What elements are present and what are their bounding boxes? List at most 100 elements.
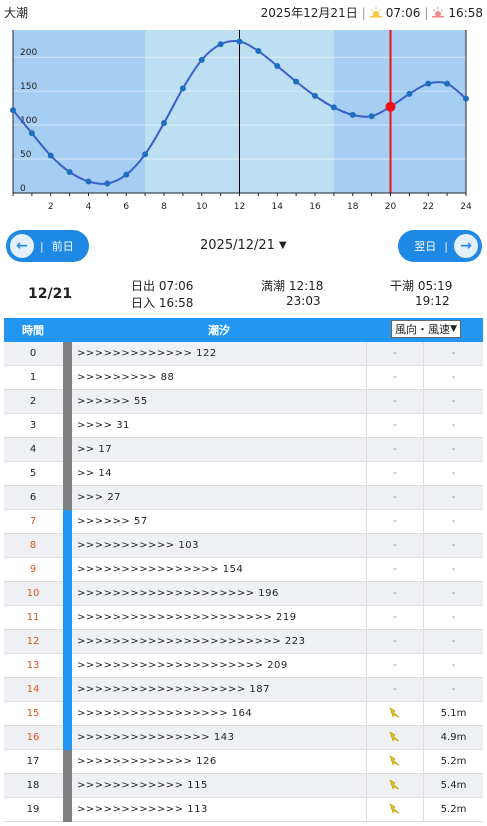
summary-high-tide-2: 23:03 — [286, 294, 321, 308]
row-tide: >>>>>>>>>>>>>>>>>>> 187 — [77, 684, 270, 695]
x-tick-label: 12 — [234, 202, 245, 212]
daylight-bar — [63, 558, 72, 582]
row-tide: >>>>>>>>>>>>> 122 — [77, 348, 217, 359]
x-tick-label: 10 — [196, 202, 208, 212]
tide-point — [330, 104, 337, 111]
row-wind-direction: - — [366, 558, 424, 582]
tide-point — [104, 180, 111, 187]
row-tide: >>>>>>>>>>>>>>> 143 — [77, 732, 235, 743]
summary-sunset: 日入 16:58 — [131, 296, 194, 310]
tide-point — [444, 80, 451, 87]
table-row: 3 >>>> 31 - - — [4, 414, 483, 438]
row-wind-speed: - — [451, 372, 456, 383]
date-select[interactable]: 2025/12/21 ▼ — [200, 238, 287, 253]
table-row: 18 >>>>>>>>>>>> 115 5.4m — [4, 774, 483, 798]
next-day-button[interactable]: 翌日 | → — [398, 230, 482, 262]
current-tide-point — [385, 101, 396, 112]
daylight-bar — [63, 606, 72, 630]
tide-point — [293, 78, 300, 85]
wind-select[interactable]: 風向・風速 ▼ — [391, 320, 461, 338]
table-row: 17 >>>>>>>>>>>>> 126 5.2m — [4, 750, 483, 774]
divider: | — [361, 5, 366, 20]
row-wind-speed: 5.1m — [440, 708, 467, 719]
row-hour: 7 — [29, 516, 37, 527]
column-header-hour: 時間 — [22, 324, 44, 337]
table-row: 9 >>>>>>>>>>>>>>>> 154 - - — [4, 558, 483, 582]
night-bar — [63, 750, 72, 774]
night-bar — [63, 366, 72, 390]
night-bar — [63, 774, 72, 798]
row-tide: >>>>>>>>>>>>>>>>>>>>>> 219 — [77, 612, 297, 623]
divider: | — [444, 239, 448, 253]
wind-arrow-icon — [389, 779, 400, 790]
hourly-tide-table: 時間 潮汐 風向・風速 ▼ 0 >>>>>>>>>>>>> 122- -1 >>>>>… — [4, 318, 483, 822]
row-wind-direction: - — [366, 510, 424, 534]
row-wind-direction: - — [366, 438, 424, 462]
header-sunset: 16:58 — [448, 5, 483, 20]
table-row: 1 >>>>>>>>> 88 - - — [4, 366, 483, 390]
wind-select-value: 風向・風速 — [395, 323, 450, 336]
row-hour: 11 — [26, 612, 40, 623]
tide-point — [463, 95, 469, 102]
row-hour: 0 — [29, 348, 37, 359]
row-tide: >>>>>> 57 — [77, 516, 148, 527]
summary-high-tide-1: 満潮 12:18 — [261, 279, 324, 293]
sunrise-icon — [369, 6, 382, 17]
row-hour: 8 — [29, 540, 37, 551]
tide-point — [274, 62, 281, 69]
row-tide: >>>>>>>>> 88 — [77, 372, 175, 383]
row-hour: 12 — [26, 636, 40, 647]
table-row: 2 >>>>>> 55 - - — [4, 390, 483, 414]
row-hour: 19 — [26, 804, 40, 815]
row-wind-direction: - — [366, 366, 424, 390]
header-date: 2025年12月21日 — [260, 6, 358, 20]
row-wind-direction: - — [366, 462, 424, 486]
daylight-bar — [63, 534, 72, 558]
header: 大潮 2025年12月21日 | 07:06 | 16:58 — [0, 0, 487, 26]
row-wind-direction: - — [366, 414, 424, 438]
sunset-icon — [432, 6, 445, 17]
row-hour: 1 — [29, 372, 37, 383]
row-wind-speed: - — [451, 540, 456, 551]
tide-point — [198, 56, 205, 63]
x-tick-label: 8 — [161, 202, 167, 212]
summary-low-tide-1: 干潮 05:19 — [390, 279, 453, 293]
row-tide: >>>>>> 55 — [77, 396, 148, 407]
table-body: 0 >>>>>>>>>>>>> 122- -1 >>>>>>>>> 88- -2 >>>>… — [4, 342, 483, 822]
row-hour: 14 — [26, 684, 40, 695]
night-bar — [63, 798, 72, 822]
row-wind-direction — [366, 726, 424, 750]
table-row: 8 >>>>>>>>>>> 103 - - — [4, 534, 483, 558]
y-tick-label: 200 — [20, 48, 37, 58]
summary-sunrise: 日出 07:06 — [131, 279, 194, 293]
row-wind-speed: - — [451, 588, 456, 599]
tide-point — [10, 107, 16, 114]
x-tick-label: 24 — [460, 202, 472, 212]
tide-chart: 0501001502002 4 6 8 10 12 14 16 18 20 22 24 — [10, 30, 472, 212]
row-wind-direction: - — [366, 630, 424, 654]
night-bar — [63, 390, 72, 414]
row-wind-speed: 5.4m — [440, 780, 467, 791]
row-tide: >> 14 — [77, 468, 113, 479]
prev-day-label: 前日 — [51, 240, 74, 253]
row-hour: 4 — [29, 444, 37, 455]
daylight-bar — [63, 630, 72, 654]
row-wind-speed: - — [451, 684, 456, 695]
chevron-down-icon: ▼ — [450, 324, 457, 334]
next-day-label: 翌日 — [414, 240, 437, 253]
row-wind-direction: - — [366, 654, 424, 678]
wind-arrow-icon — [389, 731, 400, 742]
table-row: 16 >>>>>>>>>>>>>>> 143 4.9m — [4, 726, 483, 750]
table-row: 15 >>>>>>>>>>>>>>>>> 164 5.1m — [4, 702, 483, 726]
table-row: 10 >>>>>>>>>>>>>>>>>>>> 196 - - — [4, 582, 483, 606]
row-hour: 6 — [29, 492, 37, 503]
summary-date: 12/21 — [28, 286, 73, 302]
row-hour: 18 — [26, 780, 40, 791]
prev-day-button[interactable]: ← | 前日 — [6, 230, 89, 262]
table-row: 13 >>>>>>>>>>>>>>>>>>>>> 209 - - — [4, 654, 483, 678]
x-tick-label: 18 — [347, 202, 359, 212]
daylight-bar — [63, 654, 72, 678]
tide-point — [406, 90, 413, 97]
tide-point — [66, 168, 73, 175]
row-wind-direction: - — [366, 678, 424, 702]
